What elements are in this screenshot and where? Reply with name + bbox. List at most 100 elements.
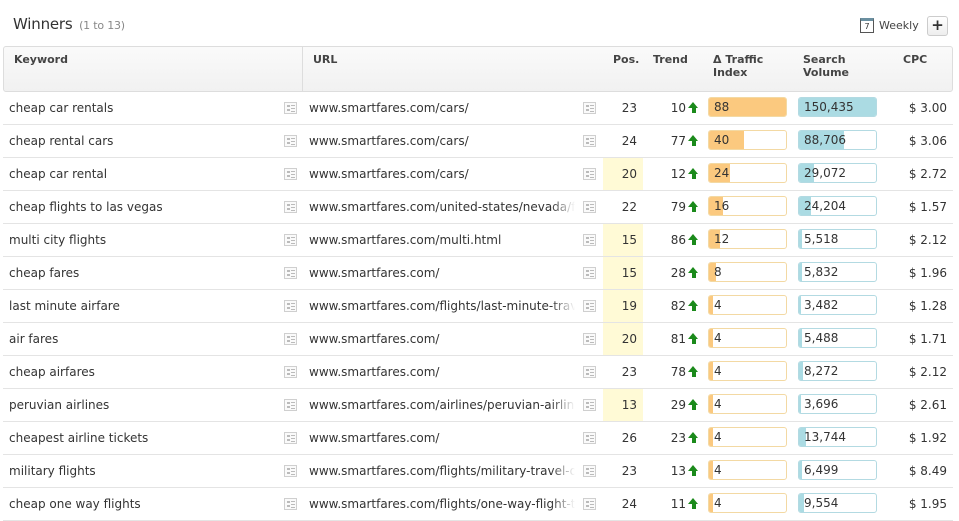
table-row[interactable]: cheapest airline tickets www.smartfares.c… (3, 422, 953, 455)
trend-value: 79 (670, 200, 686, 214)
url-text: www.smartfares.com/ (309, 266, 440, 280)
column-header-search-volume[interactable]: Search Volume (803, 53, 849, 79)
cpc-cell: $ 3.06 (908, 134, 947, 148)
url-fade (551, 92, 575, 124)
keyword-cell[interactable]: peruvian airlines (9, 389, 279, 421)
position-cell: 23 (621, 464, 637, 478)
volume-header-line2: Volume (803, 66, 849, 79)
column-header-cpc[interactable]: CPC (903, 53, 927, 66)
url-details-icon[interactable] (583, 498, 596, 510)
url-details-icon[interactable] (583, 465, 596, 477)
url-cell[interactable]: www.smartfares.com/ (309, 422, 575, 454)
keyword-cell[interactable]: cheap rental cars (9, 125, 279, 157)
url-details-icon[interactable] (583, 267, 596, 279)
add-button[interactable]: + (927, 16, 948, 36)
url-cell[interactable]: www.smartfares.com/ (309, 257, 575, 289)
url-fade (551, 389, 575, 421)
keyword-cell[interactable]: cheap car rental (9, 158, 279, 190)
table-row[interactable]: air fares www.smartfares.com/20 81 4 5,488 $ … (3, 323, 953, 356)
table-row[interactable]: multi city flights www.smartfares.com/mul… (3, 224, 953, 257)
url-details-icon[interactable] (583, 135, 596, 147)
keyword-details-icon[interactable] (284, 267, 297, 279)
table-row[interactable]: cheap one way flights www.smartfares.com/… (3, 488, 953, 521)
keyword-cell[interactable]: cheap fares (9, 257, 279, 289)
table-row[interactable]: military flights www.smartfares.com/fligh… (3, 455, 953, 488)
trend-cell: 81 (653, 323, 699, 355)
panel-title-text: Winners (13, 15, 73, 33)
url-details-icon[interactable] (583, 234, 596, 246)
column-header-url[interactable]: URL (313, 53, 337, 66)
search-volume-value: 88,706 (804, 133, 846, 147)
keyword-details-icon[interactable] (284, 102, 297, 114)
url-details-icon[interactable] (583, 399, 596, 411)
keyword-details-icon[interactable] (284, 432, 297, 444)
keyword-details-icon[interactable] (284, 300, 297, 312)
result-range: (1 to 13) (79, 19, 125, 32)
keyword-details-icon[interactable] (284, 234, 297, 246)
search-volume-bar: 13,744 (798, 427, 877, 447)
column-header-pos[interactable]: Pos. (613, 53, 639, 66)
url-fade (551, 356, 575, 388)
arrow-up-icon (688, 432, 699, 444)
column-header-trend[interactable]: Trend (653, 53, 688, 66)
url-details-icon[interactable] (583, 333, 596, 345)
traffic-index-value: 8 (714, 265, 722, 279)
table-row[interactable]: last minute airfare www.smartfares.com/fl… (3, 290, 953, 323)
table-row[interactable]: cheap fares www.smartfares.com/15 28 8 5,832… (3, 257, 953, 290)
column-header-traffic-index[interactable]: Δ Traffic Index (713, 53, 763, 79)
search-volume-value: 29,072 (804, 166, 846, 180)
url-cell[interactable]: www.smartfares.com/flights/military-trav… (309, 455, 575, 487)
url-cell[interactable]: www.smartfares.com/cars/ (309, 125, 575, 157)
keyword-details-icon[interactable] (284, 465, 297, 477)
keyword-cell[interactable]: multi city flights (9, 224, 279, 256)
keyword-cell[interactable]: cheap car rentals (9, 92, 279, 124)
keyword-cell[interactable]: last minute airfare (9, 290, 279, 322)
search-volume-value: 13,744 (804, 430, 846, 444)
table-row[interactable]: peruvian airlines www.smartfares.com/airl… (3, 389, 953, 422)
table-row[interactable]: cheap flights to las vegas www.smartfares… (3, 191, 953, 224)
trend-value: 12 (670, 167, 686, 181)
url-cell[interactable]: www.smartfares.com/flights/last-minute-t… (309, 290, 575, 322)
keyword-cell[interactable]: cheap flights to las vegas (9, 191, 279, 223)
trend-value: 81 (670, 332, 686, 346)
table-row[interactable]: cheap car rentals www.smartfares.com/cars… (3, 92, 953, 125)
url-details-icon[interactable] (583, 201, 596, 213)
table-row[interactable]: cheap rental cars www.smartfares.com/cars… (3, 125, 953, 158)
keyword-details-icon[interactable] (284, 399, 297, 411)
url-details-icon[interactable] (583, 366, 596, 378)
keyword-cell[interactable]: cheapest airline tickets (9, 422, 279, 454)
url-cell[interactable]: www.smartfares.com/flights/one-way-fligh… (309, 488, 575, 520)
keyword-cell[interactable]: military flights (9, 455, 279, 487)
keyword-details-icon[interactable] (284, 135, 297, 147)
url-cell[interactable]: www.smartfares.com/airlines/peruvian-air… (309, 389, 575, 421)
traffic-index-fill (709, 494, 713, 512)
traffic-index-bar: 12 (708, 229, 787, 249)
url-details-icon[interactable] (583, 432, 596, 444)
keyword-details-icon[interactable] (284, 201, 297, 213)
url-cell[interactable]: www.smartfares.com/ (309, 356, 575, 388)
url-cell[interactable]: www.smartfares.com/cars/ (309, 158, 575, 190)
url-details-icon[interactable] (583, 102, 596, 114)
cpc-cell: $ 1.57 (908, 200, 947, 214)
table-row[interactable]: cheap airfares www.smartfares.com/23 78 4 8,… (3, 356, 953, 389)
keyword-details-icon[interactable] (284, 168, 297, 180)
traffic-index-fill (709, 296, 713, 314)
position-cell: 20 (621, 332, 637, 346)
traffic-header-line1: Δ Traffic (713, 53, 764, 66)
table-row[interactable]: cheap car rental www.smartfares.com/cars/… (3, 158, 953, 191)
keyword-details-icon[interactable] (284, 333, 297, 345)
traffic-index-bar: 4 (708, 295, 787, 315)
keyword-details-icon[interactable] (284, 498, 297, 510)
url-cell[interactable]: www.smartfares.com/cars/ (309, 92, 575, 124)
keyword-cell[interactable]: cheap airfares (9, 356, 279, 388)
url-cell[interactable]: www.smartfares.com/united-states/nevada/… (309, 191, 575, 223)
url-details-icon[interactable] (583, 300, 596, 312)
url-cell[interactable]: www.smartfares.com/ (309, 323, 575, 355)
url-cell[interactable]: www.smartfares.com/multi.html (309, 224, 575, 256)
url-details-icon[interactable] (583, 168, 596, 180)
keyword-details-icon[interactable] (284, 366, 297, 378)
period-selector[interactable]: 7 Weekly (860, 18, 919, 33)
keyword-cell[interactable]: cheap one way flights (9, 488, 279, 520)
column-header-keyword[interactable]: Keyword (14, 53, 68, 66)
keyword-cell[interactable]: air fares (9, 323, 279, 355)
